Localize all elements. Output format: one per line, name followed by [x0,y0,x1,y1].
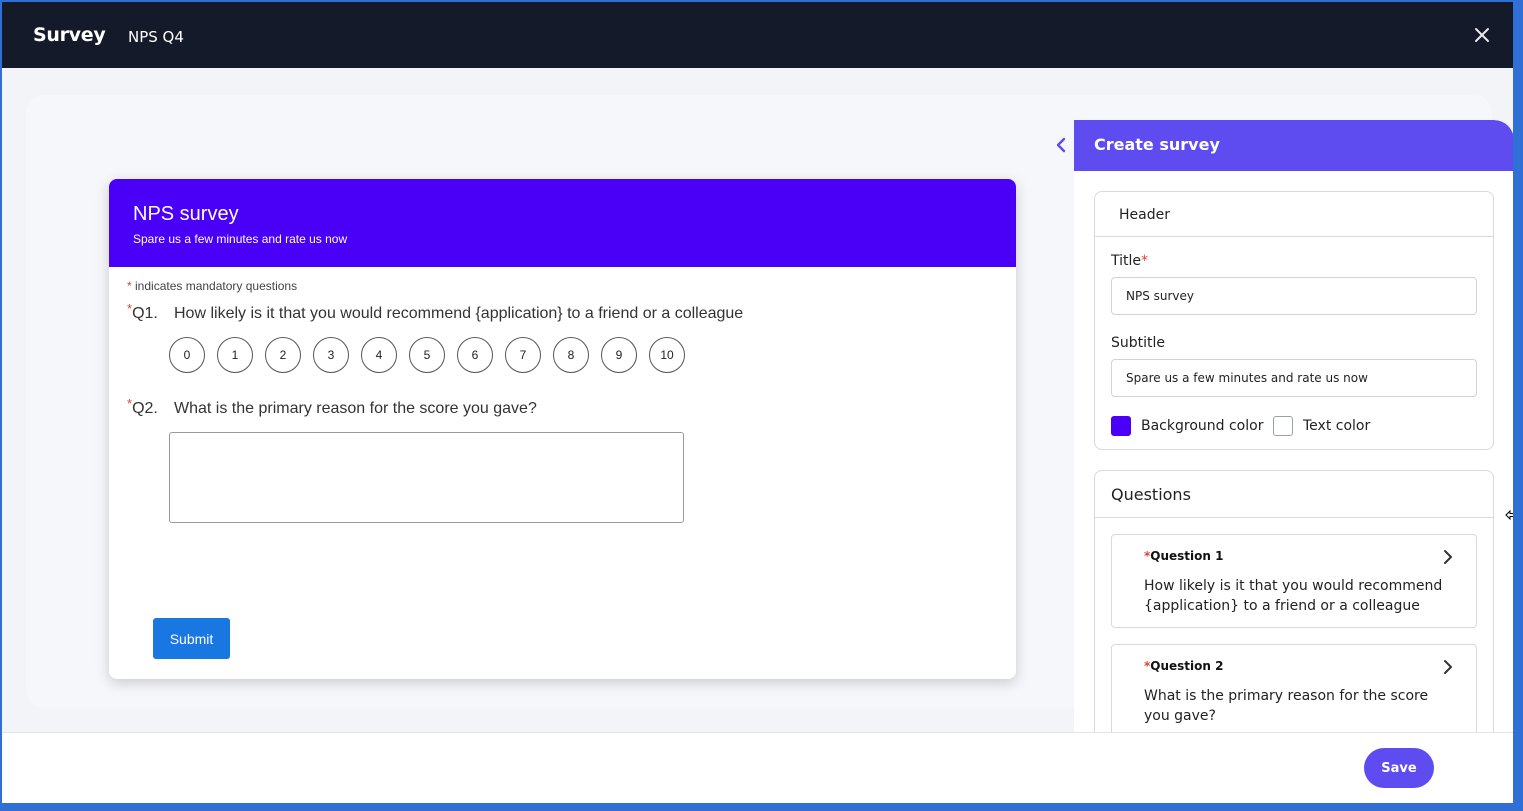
scale-option-7[interactable]: 7 [505,337,541,373]
required-marker: * [127,396,133,411]
title-input[interactable] [1111,277,1477,315]
survey-header: NPS survey Spare us a few minutes and ra… [109,179,1016,267]
footer-bar: Save [2,732,1513,803]
questions-section: Questions *Question 1 How likely is it t… [1094,470,1494,737]
question-item-text: What is the primary reason for the score… [1144,688,1429,724]
chevron-left-icon [1056,137,1066,153]
collapse-panel-button[interactable] [1052,135,1070,155]
required-marker: * [127,301,133,316]
answer-textarea[interactable] [169,432,684,523]
resize-cursor-icon [1505,509,1513,521]
close-button[interactable] [1469,22,1495,48]
subtitle-input[interactable] [1111,359,1477,397]
question-item-2[interactable]: *Question 2 What is the primary reason f… [1111,644,1477,737]
scale-option-2[interactable]: 2 [265,337,301,373]
editor-canvas: NPS survey Spare us a few minutes and ra… [2,68,1513,737]
subtitle-label: Subtitle [1111,335,1166,351]
question-item-1[interactable]: *Question 1 How likely is it that you wo… [1111,534,1477,628]
question-1-number: *Q1. [127,301,158,322]
background-color-label: Background color [1141,418,1264,434]
mandatory-note: * indicates mandatory questions [127,279,297,293]
text-color-picker[interactable]: Text color [1273,416,1370,436]
survey-title: NPS survey [133,203,239,225]
required-marker: * [127,279,132,293]
top-bar: Survey NPS Q4 [2,2,1513,68]
header-section: Header Title* Subtitle Background color … [1094,191,1494,450]
scale-option-1[interactable]: 1 [217,337,253,373]
chevron-right-icon [1444,660,1452,674]
scale-option-6[interactable]: 6 [457,337,493,373]
survey-preview-card: NPS survey Spare us a few minutes and ra… [109,179,1016,679]
question-item-text: How likely is it that you would recommen… [1144,578,1443,614]
question-1: *Q1. How likely is it that you would reco… [127,301,744,323]
question-item-label: *Question 1 [1144,549,1224,563]
submit-button[interactable]: Submit [153,618,230,659]
scale-option-4[interactable]: 4 [361,337,397,373]
scale-option-9[interactable]: 9 [601,337,637,373]
background-color-swatch[interactable] [1111,416,1131,436]
background-color-picker[interactable]: Background color [1111,416,1263,436]
scale-option-3[interactable]: 3 [313,337,349,373]
create-survey-panel: Create survey Header Title* Subtitle Bac… [1074,120,1513,737]
question-2-number: *Q2. [127,396,158,417]
scale-option-8[interactable]: 8 [553,337,589,373]
mandatory-note-text: indicates mandatory questions [135,279,298,293]
app-window: Survey NPS Q4 NPS survey Spare us a few … [0,0,1523,811]
chevron-right-icon [1444,550,1452,564]
text-color-swatch[interactable] [1273,416,1293,436]
close-icon [1475,28,1489,42]
title-label: Title* [1111,253,1149,269]
question-item-label: *Question 2 [1144,659,1224,673]
questions-section-title: Questions [1095,471,1493,518]
scale-option-10[interactable]: 10 [649,337,685,373]
save-button[interactable]: Save [1364,748,1434,788]
text-color-label: Text color [1303,418,1371,434]
question-2: *Q2. What is the primary reason for the s… [127,396,537,418]
brand-logo: Survey [33,24,106,46]
panel-title: Create survey [1074,120,1513,171]
question-1-text: How likely is it that you would recommen… [174,305,744,322]
header-section-title: Header [1095,192,1493,237]
required-marker: * [1141,253,1149,269]
scale-option-5[interactable]: 5 [409,337,445,373]
scale-option-0[interactable]: 0 [169,337,205,373]
survey-name: NPS Q4 [128,28,184,46]
nps-scale: 0 1 2 3 4 5 6 7 8 9 10 [169,337,685,373]
survey-subtitle: Spare us a few minutes and rate us now [133,232,348,246]
preview-stage: NPS survey Spare us a few minutes and ra… [26,95,1513,737]
question-2-text: What is the primary reason for the score… [174,400,537,417]
